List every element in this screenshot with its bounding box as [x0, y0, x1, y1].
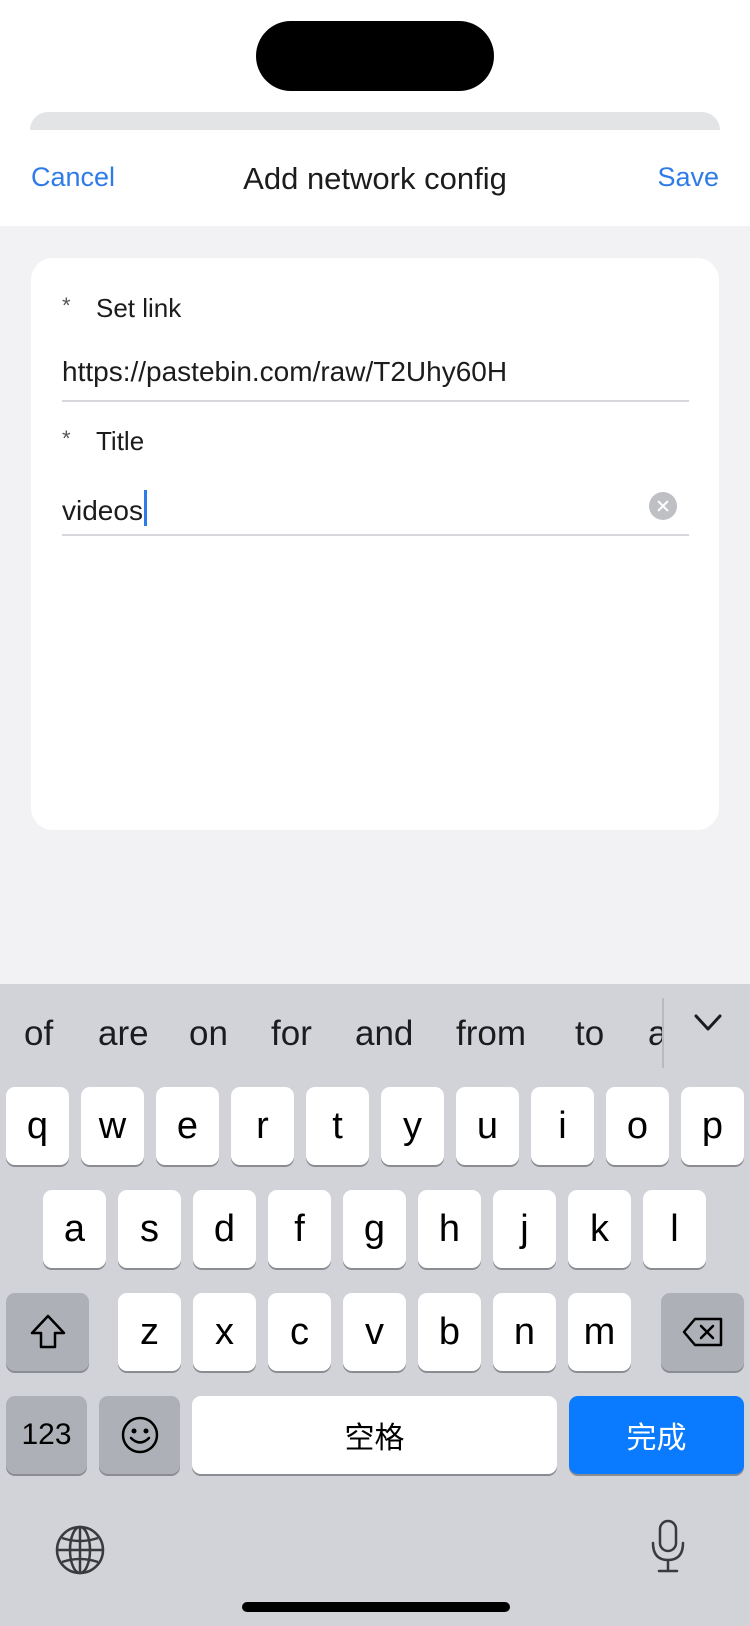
- backspace-key[interactable]: [661, 1293, 744, 1371]
- keyboard: of are on for and from to a q w e r t y …: [0, 984, 750, 1626]
- key-f[interactable]: f: [268, 1190, 331, 1268]
- navigation-bar: Cancel Add network config Save: [0, 130, 750, 226]
- key-x[interactable]: x: [193, 1293, 256, 1371]
- key-h[interactable]: h: [418, 1190, 481, 1268]
- set-link-label-text: Set link: [96, 293, 182, 323]
- key-j[interactable]: j: [493, 1190, 556, 1268]
- microphone-icon[interactable]: [648, 1518, 688, 1576]
- key-l[interactable]: l: [643, 1190, 706, 1268]
- emoji-face-icon: [121, 1416, 158, 1454]
- emoji-key[interactable]: [99, 1396, 180, 1474]
- title-value-wrap: videos: [62, 490, 147, 527]
- title-input[interactable]: videos: [62, 476, 689, 536]
- required-mark: *: [62, 426, 71, 451]
- key-o[interactable]: o: [606, 1087, 669, 1165]
- dynamic-island: [256, 21, 494, 91]
- key-v[interactable]: v: [343, 1293, 406, 1371]
- status-bar: [0, 0, 750, 132]
- suggestion-item[interactable]: and: [355, 1014, 413, 1054]
- key-c[interactable]: c: [268, 1293, 331, 1371]
- key-p[interactable]: p: [681, 1087, 744, 1165]
- key-z[interactable]: z: [118, 1293, 181, 1371]
- suggestion-item[interactable]: of: [24, 1014, 53, 1054]
- backspace-icon: [682, 1317, 722, 1347]
- set-link-label: * Set link: [62, 293, 181, 324]
- suggestion-item[interactable]: are: [98, 1014, 149, 1054]
- clear-text-icon[interactable]: [649, 492, 677, 520]
- key-m[interactable]: m: [568, 1293, 631, 1371]
- key-q[interactable]: q: [6, 1087, 69, 1165]
- title-label-text: Title: [96, 426, 145, 456]
- key-s[interactable]: s: [118, 1190, 181, 1268]
- key-i[interactable]: i: [531, 1087, 594, 1165]
- form-card: * Set link https://pastebin.com/raw/T2Uhy…: [31, 258, 719, 830]
- key-y[interactable]: y: [381, 1087, 444, 1165]
- set-link-value: https://pastebin.com/raw/T2Uhy60H: [62, 356, 508, 387]
- key-a[interactable]: a: [43, 1190, 106, 1268]
- key-t[interactable]: t: [306, 1087, 369, 1165]
- suggestion-item[interactable]: to: [575, 1014, 604, 1054]
- title-label: * Title: [62, 426, 144, 457]
- title-value: videos: [62, 495, 143, 526]
- done-key[interactable]: 完成: [569, 1396, 744, 1474]
- key-n[interactable]: n: [493, 1293, 556, 1371]
- save-button[interactable]: Save: [657, 162, 719, 193]
- chevron-down-icon[interactable]: [694, 1014, 722, 1032]
- key-b[interactable]: b: [418, 1293, 481, 1371]
- set-link-input[interactable]: https://pastebin.com/raw/T2Uhy60H: [62, 342, 689, 402]
- space-key[interactable]: 空格: [192, 1396, 557, 1474]
- numbers-key[interactable]: 123: [6, 1396, 87, 1474]
- home-indicator: [242, 1602, 510, 1612]
- shift-arrow-icon: [30, 1314, 65, 1349]
- suggestion-item[interactable]: on: [189, 1014, 228, 1054]
- background-sheet-edge: [30, 112, 720, 132]
- suggestion-item[interactable]: for: [271, 1014, 312, 1054]
- text-caret: [143, 490, 147, 526]
- key-e[interactable]: e: [156, 1087, 219, 1165]
- key-u[interactable]: u: [456, 1087, 519, 1165]
- key-k[interactable]: k: [568, 1190, 631, 1268]
- suggestion-bar: of are on for and from to a: [0, 984, 750, 1084]
- page-title: Add network config: [243, 161, 507, 196]
- key-r[interactable]: r: [231, 1087, 294, 1165]
- key-g[interactable]: g: [343, 1190, 406, 1268]
- required-mark: *: [62, 293, 71, 318]
- key-w[interactable]: w: [81, 1087, 144, 1165]
- suggestion-divider: [662, 998, 664, 1068]
- suggestion-item[interactable]: from: [456, 1014, 526, 1054]
- globe-icon[interactable]: [54, 1524, 106, 1576]
- key-d[interactable]: d: [193, 1190, 256, 1268]
- shift-key[interactable]: [6, 1293, 89, 1371]
